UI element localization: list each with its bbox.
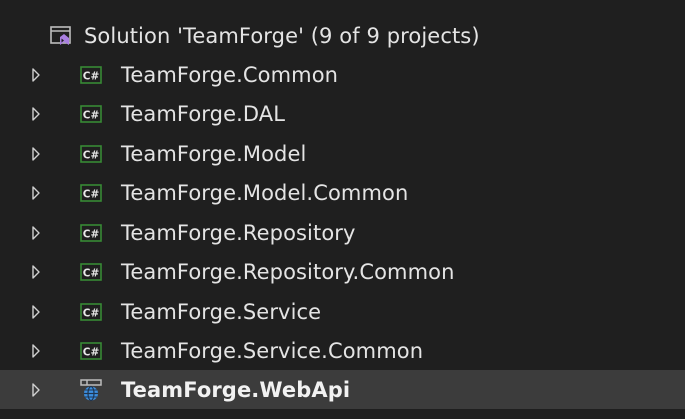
solution-icon	[50, 25, 72, 47]
csharp-project-icon: C#	[80, 104, 102, 123]
svg-text:C#: C#	[83, 346, 100, 358]
project-label: TeamForge.Model.Common	[121, 180, 409, 205]
svg-text:C#: C#	[83, 307, 100, 319]
expand-chevron-icon[interactable]	[30, 304, 42, 320]
expand-chevron-icon[interactable]	[30, 67, 42, 83]
csharp-project-icon: C#	[80, 341, 102, 360]
project-node-common[interactable]: C# TeamForge.Common	[0, 55, 685, 94]
project-label: TeamForge.Service	[121, 299, 322, 324]
project-label: TeamForge.Repository.Common	[121, 259, 455, 284]
project-node-service-common[interactable]: C# TeamForge.Service.Common	[0, 331, 685, 370]
csharp-project-icon: C#	[80, 302, 102, 321]
project-label: TeamForge.Repository	[121, 220, 356, 245]
svg-text:C#: C#	[83, 70, 100, 82]
project-node-dal[interactable]: C# TeamForge.DAL	[0, 94, 685, 133]
solution-node[interactable]: Solution 'TeamForge' (9 of 9 projects)	[0, 16, 685, 55]
project-node-repository[interactable]: C# TeamForge.Repository	[0, 213, 685, 252]
csharp-project-icon: C#	[80, 183, 102, 202]
svg-text:C#: C#	[83, 188, 100, 200]
csharp-project-icon: C#	[80, 144, 102, 163]
csharp-project-icon: C#	[80, 262, 102, 281]
project-node-model-common[interactable]: C# TeamForge.Model.Common	[0, 173, 685, 212]
project-label: TeamForge.DAL	[121, 101, 286, 126]
project-node-model[interactable]: C# TeamForge.Model	[0, 134, 685, 173]
csharp-project-icon: C#	[80, 65, 102, 84]
expand-chevron-icon[interactable]	[30, 264, 42, 280]
project-label: TeamForge.Model	[121, 141, 307, 166]
svg-text:C#: C#	[83, 267, 100, 279]
svg-text:C#: C#	[83, 149, 100, 161]
project-node-service[interactable]: C# TeamForge.Service	[0, 292, 685, 331]
project-label: TeamForge.Service.Common	[121, 338, 424, 363]
solution-label: Solution 'TeamForge' (9 of 9 projects)	[84, 23, 480, 48]
solution-explorer-tree: Solution 'TeamForge' (9 of 9 projects) C…	[0, 0, 685, 419]
expand-chevron-icon[interactable]	[30, 185, 42, 201]
project-node-repository-common[interactable]: C# TeamForge.Repository.Common	[0, 252, 685, 291]
expand-chevron-icon[interactable]	[30, 106, 42, 122]
project-node-webapi[interactable]: TeamForge.WebApi	[0, 370, 685, 409]
expand-chevron-icon[interactable]	[30, 146, 42, 162]
svg-text:C#: C#	[83, 109, 100, 121]
project-label: TeamForge.Common	[121, 62, 339, 87]
expand-chevron-icon[interactable]	[30, 225, 42, 241]
project-label: TeamForge.WebApi	[121, 377, 351, 402]
web-project-icon	[79, 378, 103, 402]
csharp-project-icon: C#	[80, 223, 102, 242]
expand-chevron-icon[interactable]	[30, 343, 42, 359]
expand-chevron-icon[interactable]	[30, 382, 42, 398]
svg-text:C#: C#	[83, 228, 100, 240]
